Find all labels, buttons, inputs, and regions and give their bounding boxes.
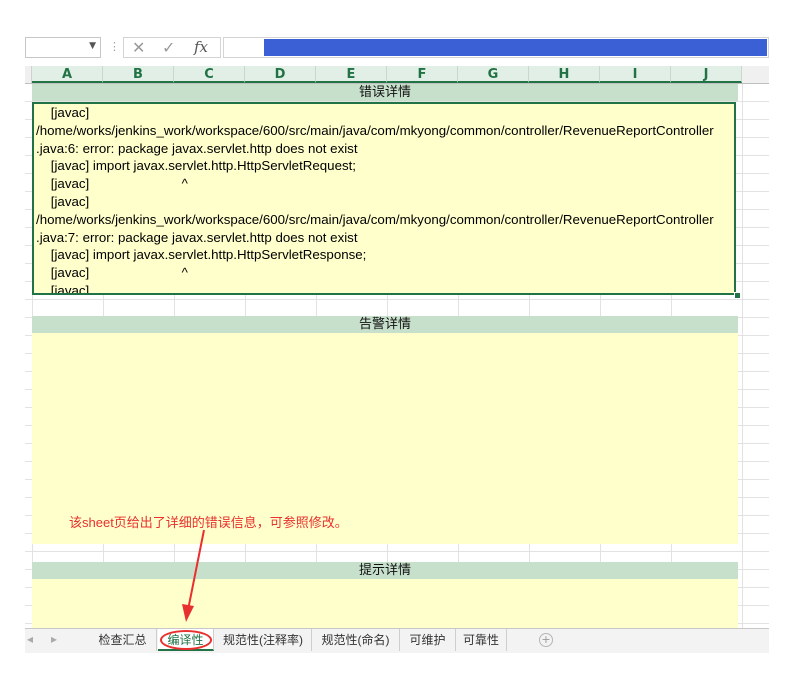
sheet-tab[interactable]: 可维护 (400, 629, 456, 651)
error-details-title: 错误详情 (358, 85, 411, 100)
sheet-tab[interactable]: 检查汇总 (89, 629, 157, 651)
column-header-f[interactable]: F (387, 66, 458, 83)
column-header-h[interactable]: H (529, 66, 600, 83)
column-header-e[interactable]: E (316, 66, 387, 83)
sheet-tab[interactable]: 可靠性 (456, 629, 507, 651)
error-lines: [javac] /home/works/jenkins_work/workspac… (36, 104, 734, 295)
error-details-header: 错误详情 (32, 84, 738, 101)
sheet-tab-bar: ◂ ▸ 检查汇总 编译性 规范性(注释率) 规范性(命名) 可维护 可靠性 + (25, 628, 769, 653)
formula-selection (264, 39, 767, 56)
error-line: /home/works/jenkins_work/workspace/600/s… (36, 122, 714, 138)
error-line: [javac] (36, 282, 90, 295)
error-line: [javac] import javax.servlet.http.HttpSe… (36, 247, 367, 263)
column-header-g[interactable]: G (458, 66, 529, 83)
column-header-row: ABCDEFGHIJ (25, 66, 769, 84)
error-line: [javac] import javax.servlet.http.HttpSe… (36, 158, 356, 174)
add-sheet-icon[interactable]: + (539, 633, 553, 647)
grid-vline (742, 84, 743, 628)
fx-icon[interactable]: fx (194, 38, 208, 57)
formula-bar: ▼ ⋮ ✕ ✓ fx (25, 37, 769, 58)
sheet-tab[interactable]: 规范性(注释率) (215, 629, 312, 651)
sheet-tab[interactable]: 规范性(命名) (312, 629, 400, 651)
hint-details-cell[interactable] (32, 579, 738, 628)
warning-details-title: 告警详情 (358, 317, 411, 332)
column-header-a[interactable]: A (32, 66, 103, 83)
formula-buttons: ✕ ✓ fx (123, 37, 221, 58)
select-all-corner[interactable] (25, 66, 32, 83)
sheet-grid[interactable]: 错误详情 [javac] /home/works/jenkins_work/wor… (25, 84, 769, 628)
column-header-b[interactable]: B (103, 66, 174, 83)
error-line: /home/works/jenkins_work/workspace/600/s… (36, 211, 714, 227)
error-line: .java:7: error: package javax.servlet.ht… (36, 229, 358, 245)
warning-details-header: 告警详情 (32, 316, 738, 333)
annotation-text: 该sheet页给出了详细的错误信息，可参照修改。 (69, 515, 348, 530)
formula-input[interactable] (223, 37, 769, 58)
error-details-cell[interactable]: [javac] /home/works/jenkins_work/workspac… (32, 102, 736, 295)
hint-details-title: 提示详情 (358, 563, 411, 578)
cancel-icon[interactable]: ✕ (132, 38, 145, 57)
fill-handle[interactable] (734, 292, 741, 299)
error-line: [javac] ^ (36, 176, 188, 192)
column-header-j[interactable]: J (671, 66, 742, 83)
scroll-right-icon[interactable]: ▸ (51, 632, 57, 646)
enter-icon[interactable]: ✓ (162, 38, 175, 57)
error-line: [javac] ^ (36, 265, 188, 281)
scroll-left-icon[interactable]: ◂ (27, 632, 33, 646)
hint-details-header: 提示详情 (32, 562, 738, 579)
formula-bar-divider: ⋮ (109, 40, 120, 53)
error-line: [javac] (36, 105, 90, 120)
chevron-down-icon[interactable]: ▼ (89, 41, 96, 51)
column-header-d[interactable]: D (245, 66, 316, 83)
column-header-c[interactable]: C (174, 66, 245, 83)
error-line: .java:6: error: package javax.servlet.ht… (36, 140, 358, 156)
name-box[interactable]: ▼ (25, 37, 101, 58)
column-header-i[interactable]: I (600, 66, 671, 83)
active-tab-highlight-circle (160, 630, 212, 650)
error-line: [javac] (36, 193, 90, 209)
